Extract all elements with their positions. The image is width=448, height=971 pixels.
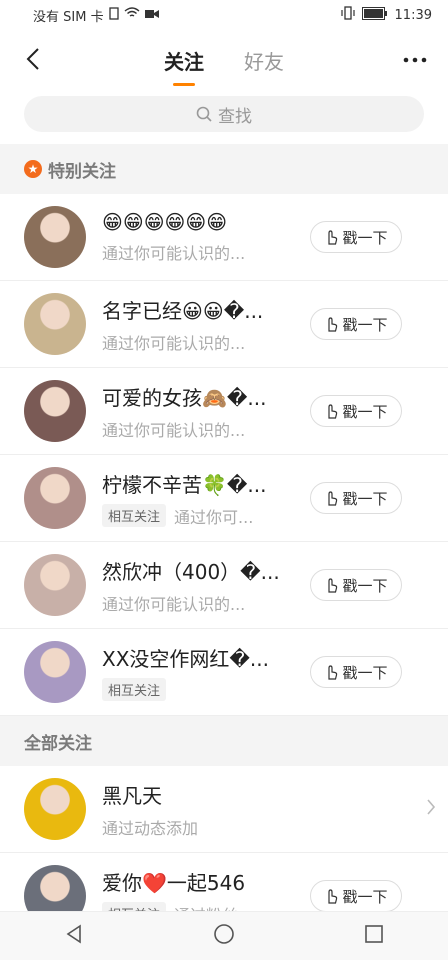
vibrate-icon bbox=[340, 6, 355, 24]
system-nav-bar bbox=[0, 911, 448, 960]
all-follow-title: 全部关注 bbox=[24, 733, 92, 754]
tab-following[interactable]: 关注 bbox=[164, 46, 204, 86]
follow-source-text: 通过动态添加 bbox=[102, 818, 199, 838]
poke-button[interactable]: 戳一下 bbox=[310, 880, 402, 912]
user-name: 名字已经😀😀�... bbox=[102, 298, 264, 323]
mutual-follow-badge: 相互关注 bbox=[102, 504, 167, 527]
poke-button[interactable]: 戳一下 bbox=[310, 395, 402, 427]
top-nav: 关注 好友 bbox=[0, 30, 448, 90]
follow-source-text: 通过你可能认识的... bbox=[102, 420, 246, 440]
list-item[interactable]: 黑凡天 通过动态添加 bbox=[0, 766, 448, 853]
special-follow-list: 😁😁😁😁😁😁 通过你可能认识的... 戳一下 名字已经😀😀�... 通过你可能认识的..… bbox=[0, 194, 448, 716]
poke-label: 戳一下 bbox=[342, 489, 388, 508]
camera-icon bbox=[144, 8, 159, 23]
user-name: 柠檬不辛苦🍀�... bbox=[102, 472, 267, 497]
avatar[interactable] bbox=[24, 380, 86, 442]
follow-source-text: 通过你可能认识的... bbox=[102, 594, 246, 614]
follow-source-text: 通过你可能认识的... bbox=[102, 333, 246, 353]
list-item[interactable]: 柠檬不辛苦🍀�... 相互关注 通过你可... 戳一下 bbox=[0, 455, 448, 542]
hand-tap-icon bbox=[328, 491, 338, 506]
nav-back-icon[interactable] bbox=[64, 924, 84, 948]
avatar[interactable] bbox=[24, 554, 86, 616]
list-item[interactable]: 😁😁😁😁😁😁 通过你可能认识的... 戳一下 bbox=[0, 194, 448, 281]
search-input[interactable]: 查找 bbox=[24, 96, 424, 132]
poke-label: 戳一下 bbox=[342, 402, 388, 421]
hand-tap-icon bbox=[328, 404, 338, 419]
user-name: 然欣冲（400）�... bbox=[102, 559, 280, 584]
mutual-follow-badge: 相互关注 bbox=[102, 678, 167, 701]
clock-text: 11:39 bbox=[394, 7, 432, 23]
nav-recents-icon[interactable] bbox=[364, 924, 384, 948]
hand-tap-icon bbox=[328, 317, 338, 332]
user-name: 😁😁😁😁😁😁 bbox=[102, 210, 228, 234]
avatar[interactable] bbox=[24, 641, 86, 703]
poke-label: 戳一下 bbox=[342, 887, 388, 906]
hand-tap-icon bbox=[328, 578, 338, 593]
poke-label: 戳一下 bbox=[342, 315, 388, 334]
poke-label: 戳一下 bbox=[342, 663, 388, 682]
list-item[interactable]: 然欣冲（400）�... 通过你可能认识的... 戳一下 bbox=[0, 542, 448, 629]
follow-source-text: 通过你可能认识的... bbox=[102, 244, 246, 263]
search-placeholder: 查找 bbox=[218, 106, 252, 127]
poke-label: 戳一下 bbox=[342, 576, 388, 595]
list-item[interactable]: 可爱的女孩🙈�... 通过你可能认识的... 戳一下 bbox=[0, 368, 448, 455]
avatar[interactable] bbox=[24, 206, 86, 268]
search-icon bbox=[196, 106, 212, 122]
hand-tap-icon bbox=[328, 230, 338, 245]
poke-button[interactable]: 戳一下 bbox=[310, 221, 402, 253]
poke-button[interactable]: 戳一下 bbox=[310, 482, 402, 514]
nav-home-icon[interactable] bbox=[213, 923, 235, 949]
poke-label: 戳一下 bbox=[342, 228, 388, 247]
user-name: 爱你❤️一起546 bbox=[102, 870, 246, 895]
carrier-text: 没有 SIM 卡 bbox=[33, 9, 104, 25]
list-item[interactable]: XX没空作网红�... 相互关注 戳一下 bbox=[0, 629, 448, 716]
follow-source-text: 通过你可... bbox=[174, 507, 254, 527]
hand-tap-icon bbox=[328, 889, 338, 904]
tab-friends[interactable]: 好友 bbox=[244, 46, 284, 75]
hand-tap-icon bbox=[328, 665, 338, 680]
poke-button[interactable]: 戳一下 bbox=[310, 656, 402, 688]
avatar[interactable] bbox=[24, 467, 86, 529]
chevron-right-icon bbox=[426, 798, 436, 820]
back-arrow-icon bbox=[26, 48, 39, 70]
back-button[interactable] bbox=[18, 44, 48, 74]
battery-icon bbox=[361, 6, 388, 24]
sim-icon bbox=[108, 6, 119, 24]
more-button[interactable] bbox=[400, 45, 430, 75]
more-dots-icon bbox=[403, 57, 427, 63]
user-name: 可爱的女孩🙈�... bbox=[102, 385, 267, 410]
poke-button[interactable]: 戳一下 bbox=[310, 308, 402, 340]
avatar[interactable] bbox=[24, 778, 86, 840]
wifi-icon bbox=[124, 7, 140, 23]
user-name: XX没空作网红�... bbox=[102, 647, 269, 671]
avatar[interactable] bbox=[24, 293, 86, 355]
special-follow-header: ★ 特别关注 bbox=[0, 144, 448, 194]
list-item[interactable]: 名字已经😀😀�... 通过你可能认识的... 戳一下 bbox=[0, 281, 448, 368]
poke-button[interactable]: 戳一下 bbox=[310, 569, 402, 601]
user-name: 黑凡天 bbox=[102, 783, 162, 808]
status-bar: 没有 SIM 卡 11:39 bbox=[0, 0, 448, 30]
special-follow-title: 特别关注 bbox=[48, 161, 116, 182]
all-follow-header: 全部关注 bbox=[0, 716, 448, 766]
star-icon: ★ bbox=[24, 160, 42, 178]
